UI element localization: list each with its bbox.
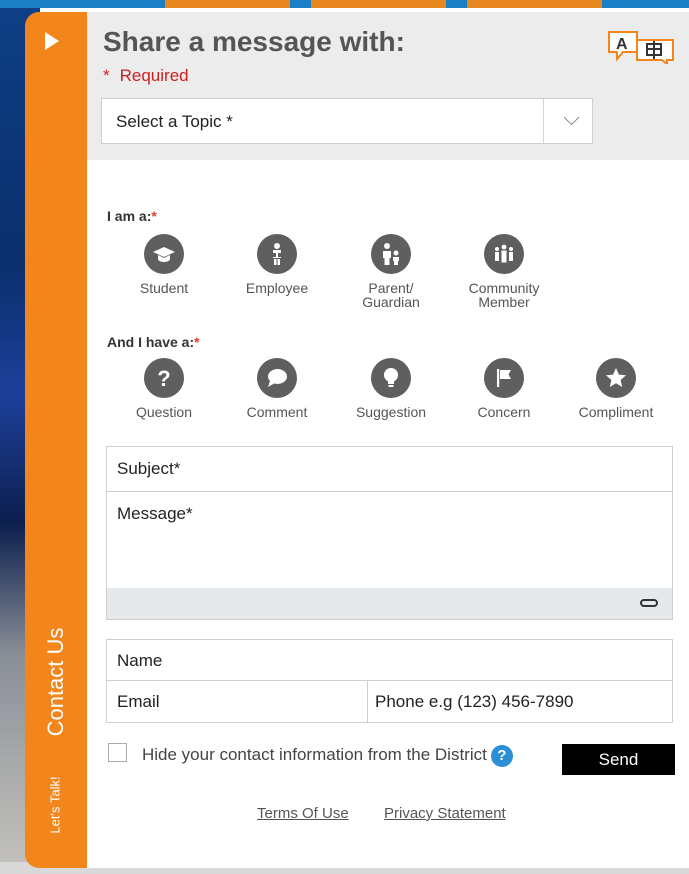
topic-select-label: Select a Topic * <box>116 112 233 131</box>
type-option-concern[interactable]: Concern <box>454 358 554 419</box>
email-placeholder: Email <box>117 692 160 711</box>
type-option-label: Compliment <box>578 404 654 420</box>
role-option-parent[interactable]: Parent/ Guardian <box>341 234 441 309</box>
community-icon <box>484 234 524 274</box>
role-section-label: I am a:* <box>107 208 157 224</box>
role-option-student[interactable]: Student <box>114 234 214 295</box>
name-input[interactable]: Name <box>106 639 673 681</box>
background-tab <box>467 0 602 8</box>
paperclip-icon[interactable] <box>640 599 658 607</box>
background-tab <box>165 0 290 8</box>
lets-talk-logo: Let's Talk! <box>47 776 63 834</box>
contact-us-label: Contact Us <box>43 627 68 737</box>
star-icon <box>596 358 636 398</box>
svg-text:?: ? <box>157 366 170 390</box>
employee-icon <box>257 234 297 274</box>
privacy-statement-link[interactable]: Privacy Statement <box>384 805 506 822</box>
terms-of-use-link[interactable]: Terms Of Use <box>257 805 349 822</box>
type-section-label: And I have a:* <box>107 334 200 350</box>
message-placeholder: Message* <box>117 504 193 523</box>
lightbulb-icon <box>371 358 411 398</box>
expand-icon[interactable] <box>45 32 59 50</box>
type-option-label: Comment <box>246 404 308 420</box>
panel-title: Share a message with: <box>103 26 405 57</box>
comment-icon <box>257 358 297 398</box>
type-option-label: Concern <box>477 404 531 420</box>
background-topbar <box>0 0 689 8</box>
topic-select[interactable]: Select a Topic * <box>101 98 593 144</box>
subject-input[interactable]: Subject* <box>106 446 673 492</box>
translate-icon[interactable]: A <box>607 30 675 64</box>
required-marker: * <box>194 334 200 350</box>
required-label: Required <box>119 66 189 85</box>
email-input[interactable]: Email <box>106 680 368 723</box>
type-option-comment[interactable]: Comment <box>227 358 327 419</box>
contact-us-tab[interactable]: Contact Us Let's Talk! <box>25 12 87 868</box>
phone-placeholder: Phone e.g (123) 456-7890 <box>375 692 574 711</box>
send-button[interactable]: Send <box>562 744 675 775</box>
background-tab <box>311 0 446 8</box>
flag-icon <box>484 358 524 398</box>
role-option-label: Employee <box>245 280 309 296</box>
type-option-suggestion[interactable]: Suggestion <box>341 358 441 419</box>
name-placeholder: Name <box>117 651 163 670</box>
chevron-down-icon[interactable] <box>563 109 580 126</box>
hide-contact-info-label: Hide your contact information from the D… <box>106 743 526 767</box>
subject-placeholder: Subject* <box>117 459 181 478</box>
required-marker: * <box>103 66 110 85</box>
graduation-cap-icon <box>144 234 184 274</box>
type-option-label: Suggestion <box>355 404 427 420</box>
required-marker: * <box>151 208 157 224</box>
role-option-employee[interactable]: Employee <box>227 234 327 295</box>
type-option-question[interactable]: ? Question <box>114 358 214 419</box>
role-option-label: Student <box>139 280 189 296</box>
svg-text:A: A <box>616 36 628 53</box>
attachment-bar <box>106 588 673 620</box>
select-divider <box>543 99 544 143</box>
role-option-label: Community Member <box>468 280 540 310</box>
role-option-community[interactable]: Community Member <box>454 234 554 309</box>
contact-panel: Share a message with: * Required A Select… <box>87 12 689 868</box>
parent-guardian-icon <box>371 234 411 274</box>
type-option-compliment[interactable]: Compliment <box>566 358 666 419</box>
help-icon[interactable]: ? <box>490 744 513 767</box>
question-icon: ? <box>144 358 184 398</box>
role-option-label: Parent/ Guardian <box>362 280 420 310</box>
panel-header: Share a message with: * Required A Select… <box>87 12 689 160</box>
phone-input[interactable]: Phone e.g (123) 456-7890 <box>367 680 673 723</box>
type-option-label: Question <box>135 404 193 420</box>
required-note: * Required <box>103 66 189 86</box>
hide-contact-checkbox[interactable] <box>108 743 127 762</box>
message-textarea[interactable]: Message* <box>106 491 673 589</box>
